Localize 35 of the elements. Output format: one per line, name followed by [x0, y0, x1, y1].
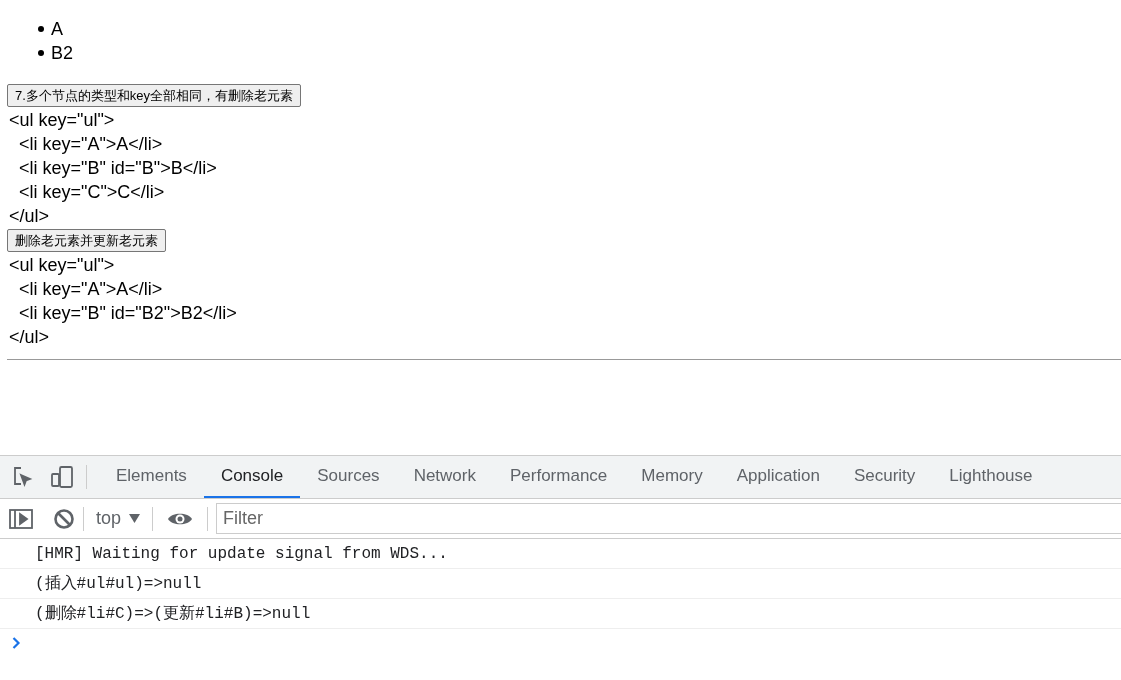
devtools-tab[interactable]: Lighthouse	[932, 456, 1050, 498]
devtools-tab[interactable]: Security	[836, 456, 933, 498]
devtools-tab[interactable]: Console	[203, 456, 301, 498]
devtools-tab[interactable]: Network	[396, 456, 493, 498]
list-item: B2	[51, 42, 74, 65]
console-message: (删除#li#C)=>(更新#li#B)=>null	[35, 603, 311, 625]
bullet-icon	[38, 26, 44, 32]
markup-line: </ul>	[9, 326, 51, 349]
caret-icon	[129, 514, 141, 523]
clear-icon[interactable]	[53, 507, 75, 530]
markup-line: </ul>	[9, 205, 51, 228]
markup-line: <li key="A">A</li>	[18, 133, 164, 156]
bullet-icon	[38, 50, 44, 56]
sidebar-toggle-icon[interactable]	[9, 508, 33, 529]
filter-field[interactable]: Filter	[216, 503, 1121, 534]
prompt-chevron-icon[interactable]	[12, 637, 21, 649]
markup-line: <ul key="ul">	[9, 109, 116, 132]
markup-line: <li key="C">C</li>	[18, 181, 166, 204]
list-item: A	[51, 18, 63, 41]
devtools-tab[interactable]: Memory	[624, 456, 720, 498]
markup-line: <ul key="ul">	[9, 254, 116, 277]
console-message: (插入#ul#ul)=>null	[35, 573, 202, 595]
action-button[interactable]: 删除老元素并更新老元素	[7, 229, 166, 252]
console-message: [HMR] Waiting for update signal from WDS...	[35, 543, 448, 565]
context-selector[interactable]: top	[92, 505, 145, 532]
inspect-icon[interactable]	[12, 466, 34, 488]
devtools-tab[interactable]: Application	[719, 456, 837, 498]
markup-line: <li key="A">A</li>	[18, 278, 164, 301]
markup-line: <li key="B" id="B2">B2</li>	[18, 302, 238, 325]
devtools-tab[interactable]: Sources	[300, 456, 397, 498]
device-icon[interactable]	[50, 465, 74, 489]
markup-line: <li key="B" id="B">B</li>	[18, 157, 218, 180]
action-button[interactable]: 7.多个节点的类型和key全部相同，有删除老元素	[7, 84, 302, 107]
devtools-tab[interactable]: Performance	[493, 456, 625, 498]
devtools-tab[interactable]: Elements	[99, 456, 204, 498]
